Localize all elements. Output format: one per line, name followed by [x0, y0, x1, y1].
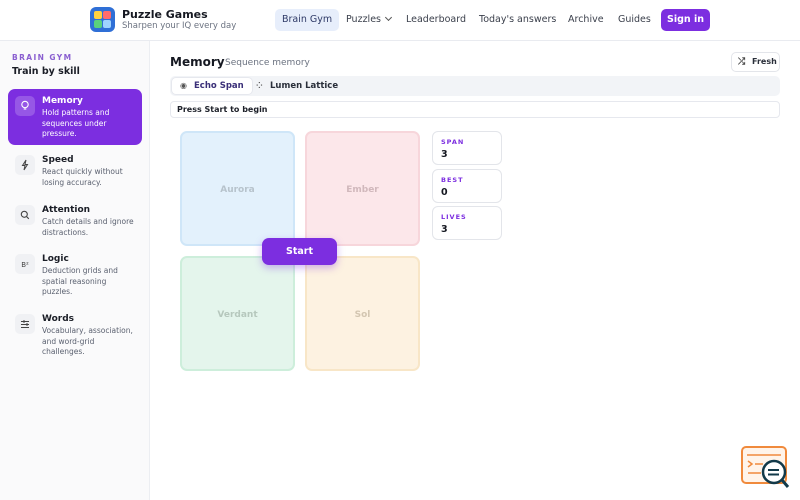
nav-label: Leaderboard: [406, 14, 467, 25]
fresh-label: Fresh: [752, 57, 777, 66]
sidebar-item-label: Speed: [42, 155, 74, 165]
svg-text:B²: B²: [21, 261, 29, 269]
sidebar-item-label: Logic: [42, 254, 69, 264]
sidebar-title: Train by skill: [12, 66, 80, 77]
game-tabs: ◉ Echo Span ⁘ Lumen Lattice: [170, 76, 780, 96]
nav-label: Guides: [618, 14, 651, 25]
brand-subtitle: Sharpen your IQ every day: [122, 21, 237, 31]
stat-value: 0: [441, 187, 448, 198]
shuffle-icon: ⤮: [738, 57, 746, 67]
tab-label: Lumen Lattice: [270, 81, 339, 91]
top-header: Puzzle Games Sharpen your IQ every day B…: [0, 0, 800, 41]
page-title: Memory: [170, 55, 225, 69]
sidebar-item-desc: Deduction grids and spatial reasoning pu…: [42, 266, 118, 296]
sidebar-item-desc: React quickly without losing accuracy.: [42, 167, 123, 187]
stat-value: 3: [441, 149, 448, 160]
nav-puzzles[interactable]: Puzzles: [339, 9, 398, 31]
pad-verdant[interactable]: Verdant: [180, 256, 295, 371]
pad-sol[interactable]: Sol: [305, 256, 420, 371]
sidebar-item-speed[interactable]: Speed React quickly without losing accur…: [8, 148, 142, 194]
sidebar-item-desc: Vocabulary, association, and word-grid c…: [42, 326, 133, 356]
tab-echo-span[interactable]: ◉ Echo Span: [172, 78, 252, 94]
feedback-widget-icon[interactable]: [741, 446, 791, 490]
sidebar-item-memory[interactable]: Memory Hold patterns and sequences under…: [8, 89, 142, 145]
status-message: Press Start to begin: [170, 101, 780, 118]
brand-title[interactable]: Puzzle Games: [122, 8, 208, 21]
nav-guides[interactable]: Guides: [611, 9, 658, 31]
stat-value: 3: [441, 224, 448, 235]
puzzle-logo-icon[interactable]: [90, 7, 115, 32]
stat-best: BEST 0: [432, 169, 502, 203]
sidebar-eyebrow: BRAIN GYM: [12, 53, 73, 62]
eye-icon: ◉: [180, 81, 187, 90]
sidebar-item-label: Attention: [42, 205, 91, 215]
nav-label: Brain Gym: [282, 14, 333, 25]
nav-leaderboard[interactable]: Leaderboard: [399, 9, 473, 31]
nav-brain-gym[interactable]: Brain Gym: [275, 9, 340, 31]
pad-aurora[interactable]: Aurora: [180, 131, 295, 246]
sliders-icon: [15, 314, 35, 334]
sign-in-button[interactable]: Sign in: [661, 9, 710, 31]
logic-icon: B²: [15, 254, 35, 274]
lightbulb-icon: [15, 96, 35, 116]
sidebar-item-words[interactable]: Words Vocabulary, association, and word-…: [8, 307, 142, 363]
stat-label: BEST: [441, 176, 464, 184]
stat-span: SPAN 3: [432, 131, 502, 165]
chevron-down-icon: [384, 13, 393, 22]
pad-ember[interactable]: Ember: [305, 131, 420, 246]
page-subtitle: Sequence memory: [225, 58, 310, 68]
tab-label: Echo Span: [194, 81, 244, 91]
nav-todays-answers[interactable]: Today's answers: [472, 9, 563, 31]
sidebar-item-desc: Catch details and ignore distractions.: [42, 217, 134, 237]
fresh-button[interactable]: ⤮ Fresh: [731, 52, 780, 72]
start-button[interactable]: Start: [262, 238, 337, 265]
nav-label: Archive: [568, 14, 604, 25]
lattice-icon: ⁘: [256, 81, 263, 90]
nav-archive[interactable]: Archive: [561, 9, 611, 31]
sidebar-item-attention[interactable]: Attention Catch details and ignore distr…: [8, 198, 142, 244]
search-icon: [15, 205, 35, 225]
nav-label: Puzzles: [346, 14, 381, 25]
stat-label: SPAN: [441, 138, 465, 146]
sidebar-item-label: Words: [42, 314, 75, 324]
tab-lumen-lattice[interactable]: ⁘ Lumen Lattice: [248, 78, 346, 94]
sidebar-item-logic[interactable]: B² Logic Deduction grids and spatial rea…: [8, 247, 142, 303]
bolt-icon: [15, 155, 35, 175]
stat-label: LIVES: [441, 213, 467, 221]
sidebar-item-desc: Hold patterns and sequences under pressu…: [42, 108, 110, 138]
nav-label: Today's answers: [479, 14, 557, 25]
stat-lives: LIVES 3: [432, 206, 502, 240]
sidebar-item-label: Memory: [42, 96, 83, 106]
sidebar: BRAIN GYM Train by skill Memory Hold pat…: [0, 41, 150, 500]
